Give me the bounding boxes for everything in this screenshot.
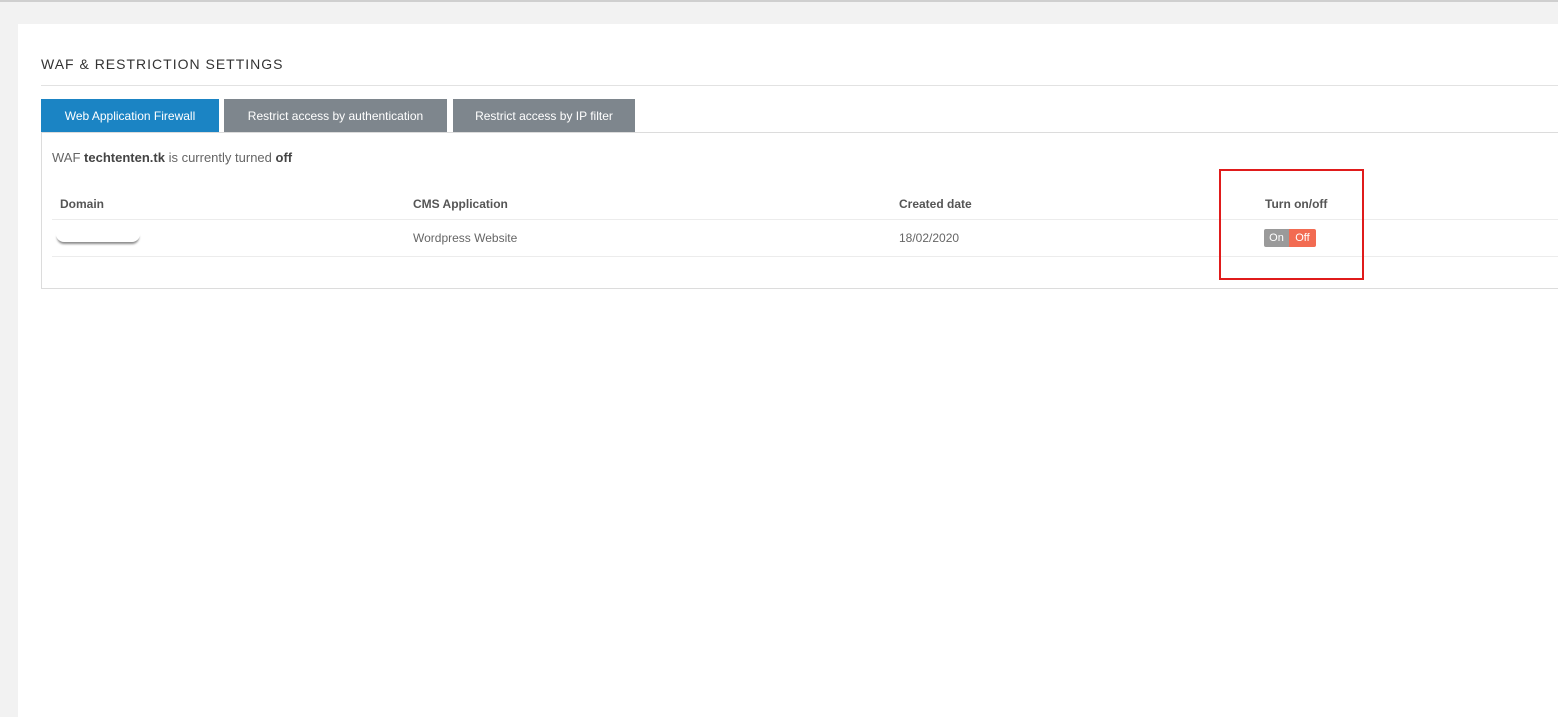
section-title: WAF & RESTRICTION SETTINGS <box>41 56 284 72</box>
redacted-domain <box>56 232 140 242</box>
cell-created-date: 18/02/2020 <box>899 231 960 245</box>
tab-restrict-by-ip-filter[interactable]: Restrict access by IP filter <box>453 99 635 133</box>
top-border <box>0 0 1558 2</box>
header-domain: Domain <box>60 197 105 211</box>
tab-restrict-by-authentication[interactable]: Restrict access by authentication <box>224 99 447 133</box>
header-cms-application: CMS Application <box>413 197 508 211</box>
status-domain: techtenten.tk <box>84 150 165 165</box>
tab-web-application-firewall[interactable]: Web Application Firewall <box>41 99 219 133</box>
status-prefix: WAF <box>52 150 81 165</box>
status-state: off <box>275 150 293 165</box>
header-created-date: Created date <box>899 197 972 211</box>
waf-status-text: WAF techtenten.tk is currently turned of… <box>52 150 292 165</box>
status-middle: is currently turned <box>168 150 272 165</box>
title-divider <box>41 85 1558 86</box>
highlight-annotation-box <box>1219 169 1364 280</box>
settings-panel: WAF & RESTRICTION SETTINGS Web Applicati… <box>18 24 1558 717</box>
cell-cms-application: Wordpress Website <box>413 231 518 245</box>
